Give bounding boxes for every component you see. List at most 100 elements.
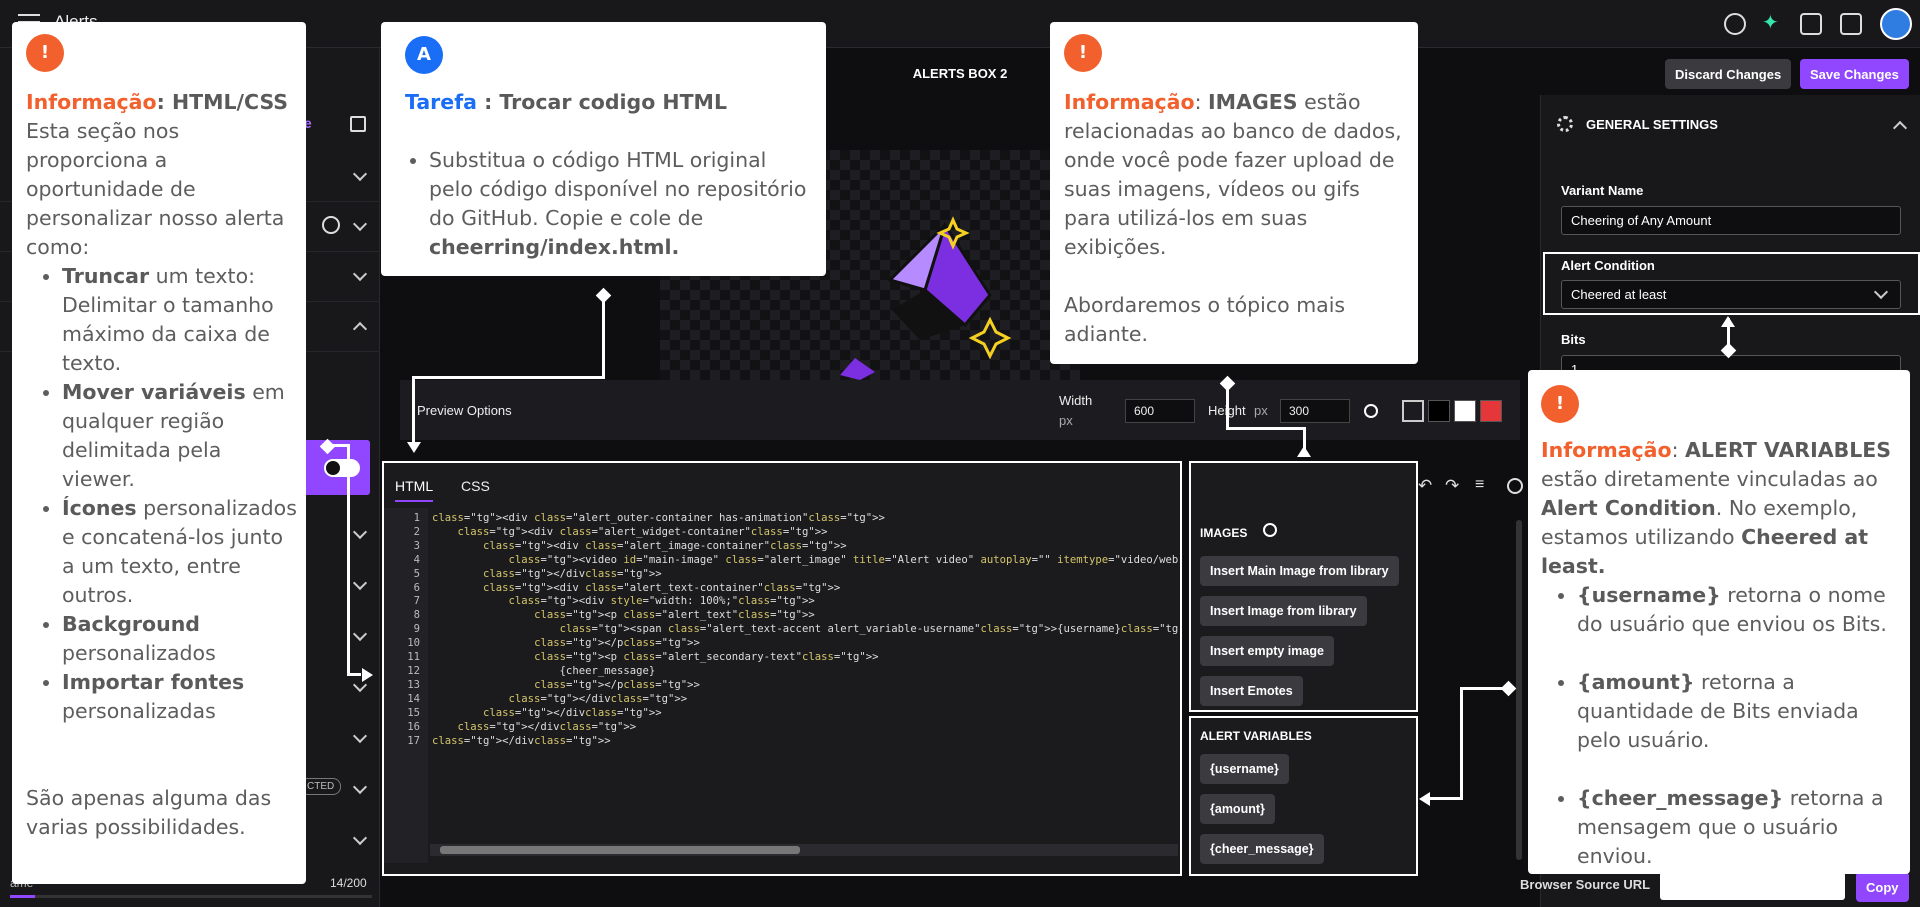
char-progress (10, 895, 372, 898)
help-circle-icon[interactable] (1507, 478, 1523, 494)
connector-line (602, 296, 605, 378)
code-line[interactable]: class="tg"><div class="alert_outer-conta… (432, 512, 1178, 526)
alert-box-title: ALERTS BOX 2 (912, 66, 1008, 81)
list-item: {amount} retorna a quantidade de Bits en… (1577, 668, 1903, 755)
code-line[interactable]: class="tg"></divclass="tg">> (432, 721, 1178, 735)
code-line[interactable]: class="tg"></divclass="tg">> (432, 735, 1178, 749)
callout-list: Truncar um texto: Delimitar o tamanho má… (26, 262, 298, 726)
help-icon[interactable] (1724, 13, 1746, 35)
callout-task: A Tarefa : Trocar codigo HTML Substitua … (381, 22, 826, 276)
callout-outro: São apenas alguma das varias possibilida… (26, 786, 272, 839)
variable-cheer-message-chip[interactable]: {cheer_message} (1200, 834, 1324, 864)
vertical-scrollbar[interactable] (1516, 520, 1522, 860)
chevron-down-icon (352, 166, 368, 182)
list-item: Background personalizados (62, 610, 298, 668)
insert-main-image-button[interactable]: Insert Main Image from library (1200, 556, 1399, 586)
selected-variant[interactable] (300, 440, 370, 495)
browser-source-label: Browser Source URL (1520, 877, 1651, 892)
connector-line (412, 376, 605, 379)
list-item: {cheer_message} retorna a mensagem que o… (1577, 784, 1903, 871)
list-item: Mover variáveis em qualquer região delim… (62, 378, 298, 494)
code-line[interactable]: class="tg"><p class="alert_text"class="t… (432, 609, 1178, 623)
variant-name-label: Variant Name (1561, 183, 1644, 198)
info-icon[interactable] (1364, 404, 1378, 418)
line-numbers: 1 2 3 4 5 6 7 8 9 10 11 12 13 14 15 16 1… (407, 512, 420, 747)
width-unit: px (1059, 413, 1073, 428)
code-line[interactable]: class="tg"></pclass="tg">> (432, 679, 1178, 693)
code-line[interactable]: class="tg"><span class="alert_text-accen… (432, 623, 1178, 637)
connector-line (327, 444, 349, 447)
general-settings-title[interactable]: GENERAL SETTINGS (1586, 117, 1718, 132)
horizontal-scrollbar[interactable] (430, 844, 1178, 856)
code-line[interactable]: class="tg"></divclass="tg">> (432, 568, 1178, 582)
code-line[interactable]: class="tg"><div style="width: 100%;"clas… (432, 595, 1178, 609)
inbox-icon[interactable] (1800, 13, 1822, 35)
list-item: Truncar um texto: Delimitar o tamanho má… (62, 262, 298, 378)
save-changes-button[interactable]: Save Changes (1800, 59, 1909, 89)
connector-line (1460, 687, 1463, 800)
callout-title: : HTML/CSS (156, 90, 289, 114)
insert-empty-image-button[interactable]: Insert empty image (1200, 636, 1334, 666)
insert-image-button[interactable]: Insert Image from library (1200, 596, 1367, 626)
chevron-down-icon (352, 266, 368, 282)
code-line[interactable]: class="tg"></pclass="tg">> (432, 637, 1178, 651)
bg-swatch-red[interactable] (1480, 400, 1502, 422)
tab-html[interactable]: HTML (395, 478, 434, 502)
alert-badge-icon: ! (1064, 34, 1102, 72)
bg-swatch-black[interactable] (1428, 400, 1450, 422)
chevron-down-icon (352, 216, 368, 232)
variant-name-input[interactable]: Cheering of Any Amount (1561, 206, 1901, 235)
code-content[interactable]: class="tg"><div class="alert_outer-conta… (432, 512, 1178, 852)
code-line[interactable]: class="tg"></divclass="tg">> (432, 707, 1178, 721)
connector-arrow (1721, 316, 1735, 327)
alert-condition-label: Alert Condition (1561, 258, 1655, 273)
chevron-up-icon (352, 321, 368, 337)
height-input[interactable] (1280, 399, 1350, 423)
info-icon[interactable] (1263, 523, 1277, 537)
add-variant-icon[interactable] (350, 116, 366, 132)
task-list: Substitua o código HTML original pelo có… (393, 146, 813, 262)
insert-emotes-button[interactable]: Insert Emotes (1200, 676, 1303, 706)
connector-line (1460, 687, 1508, 690)
copy-button[interactable]: Copy (1856, 872, 1909, 902)
variable-amount-chip[interactable]: {amount} (1200, 794, 1275, 824)
code-line[interactable]: class="tg"><div class="alert_text-contai… (432, 582, 1178, 596)
width-input[interactable] (1125, 399, 1195, 423)
alert-condition-select[interactable]: Cheered at least (1561, 280, 1901, 309)
connector-line (1226, 427, 1306, 430)
format-icon[interactable]: ≡ (1475, 476, 1484, 494)
callout-list: {username} retorna o nome do usuário que… (1541, 581, 1903, 871)
connector-line (347, 444, 350, 676)
undo-icon[interactable]: ↶ (1418, 476, 1432, 496)
gear-icon (1557, 116, 1573, 132)
code-line[interactable]: class="tg"><div class="alert_image-conta… (432, 540, 1178, 554)
toggle-switch[interactable] (324, 459, 360, 477)
bits-label: Bits (1561, 332, 1586, 347)
preview-options-bar (400, 380, 1520, 440)
sparkle-icon[interactable]: ✦ (1762, 10, 1779, 35)
preview-options-label: Preview Options (417, 403, 512, 418)
callout-alert-variables: ! Informação: ALERT VARIABLES estão dire… (1528, 370, 1910, 874)
chat-icon[interactable] (1840, 13, 1862, 35)
browser-source-input[interactable] (1660, 872, 1845, 900)
char-counter: 14/200 (330, 876, 367, 890)
connector-arrow (362, 668, 373, 682)
height-unit: px (1254, 403, 1268, 418)
code-line[interactable]: {cheer_message} (432, 665, 1178, 679)
connector-arrow (407, 442, 421, 453)
tab-css[interactable]: CSS (461, 478, 490, 494)
bg-swatch-white[interactable] (1454, 400, 1476, 422)
bg-swatch-transparent[interactable] (1402, 400, 1424, 422)
code-line[interactable]: class="tg"><p class="alert_secondary-tex… (432, 651, 1178, 665)
callout-body: Informação: ALERT VARIABLES estão direta… (1541, 436, 1903, 871)
code-line[interactable]: class="tg"><div class="alert_widget-cont… (432, 526, 1178, 540)
avatar[interactable] (1880, 8, 1912, 40)
redo-icon[interactable]: ↷ (1445, 476, 1459, 496)
code-line[interactable]: class="tg"><video id="main-image" class=… (432, 554, 1178, 568)
connector-line (412, 376, 415, 444)
discard-changes-button[interactable]: Discard Changes (1665, 59, 1792, 89)
variable-username-chip[interactable]: {username} (1200, 754, 1289, 784)
width-label: Width (1059, 393, 1093, 408)
code-line[interactable]: class="tg"></divclass="tg">> (432, 693, 1178, 707)
connector-line (1430, 797, 1463, 800)
